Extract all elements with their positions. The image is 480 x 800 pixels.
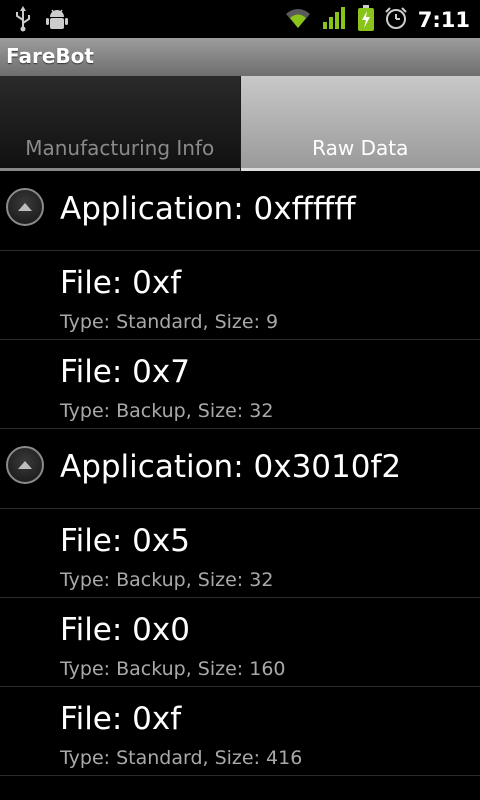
tab-label: Manufacturing Info [25, 136, 215, 160]
app-title: FareBot [6, 44, 94, 68]
file-row[interactable]: File: 0x7 Type: Backup, Size: 32 [0, 340, 480, 429]
file-row[interactable]: File: 0xf Type: Standard, Size: 416 [0, 687, 480, 776]
file-title: File: 0x0 [60, 612, 190, 648]
collapse-icon[interactable] [6, 188, 44, 226]
file-row[interactable]: File: 0x0 Type: Backup, Size: 160 [0, 598, 480, 687]
usb-icon [14, 6, 32, 36]
file-row[interactable]: File: 0x5 Type: Backup, Size: 32 [0, 509, 480, 598]
title-bar: FareBot [0, 38, 480, 77]
file-title: File: 0x5 [60, 523, 190, 559]
tab-label: Raw Data [312, 136, 409, 160]
tab-raw-data[interactable]: Raw Data [240, 76, 480, 171]
wifi-icon [284, 7, 312, 33]
file-details: Type: Backup, Size: 32 [60, 569, 274, 591]
application-label: Application: 0xffffff [60, 191, 356, 227]
tab-manufacturing-info[interactable]: Manufacturing Info [0, 76, 240, 171]
file-title: File: 0xf [60, 701, 182, 737]
file-row[interactable]: File: 0xf Type: Standard, Size: 9 [0, 251, 480, 340]
status-bar: 7:11 [0, 0, 480, 38]
raw-data-list: Application: 0xffffff File: 0xf Type: St… [0, 171, 480, 776]
file-details: Type: Standard, Size: 9 [60, 311, 279, 333]
battery-charging-icon [357, 5, 374, 35]
file-details: Type: Backup, Size: 32 [60, 400, 274, 422]
collapse-icon[interactable] [6, 446, 44, 484]
android-debug-icon [46, 7, 68, 35]
file-title: File: 0x7 [60, 354, 190, 390]
alarm-icon [384, 6, 408, 34]
file-title: File: 0xf [60, 265, 182, 301]
application-row[interactable]: Application: 0x3010f2 [0, 429, 480, 509]
file-details: Type: Backup, Size: 160 [60, 658, 286, 680]
status-time: 7:11 [417, 8, 470, 32]
application-row[interactable]: Application: 0xffffff [0, 171, 480, 251]
tab-bar: Manufacturing Info Raw Data [0, 76, 480, 171]
application-label: Application: 0x3010f2 [60, 449, 402, 485]
file-details: Type: Standard, Size: 416 [60, 747, 303, 769]
signal-icon [322, 6, 348, 34]
